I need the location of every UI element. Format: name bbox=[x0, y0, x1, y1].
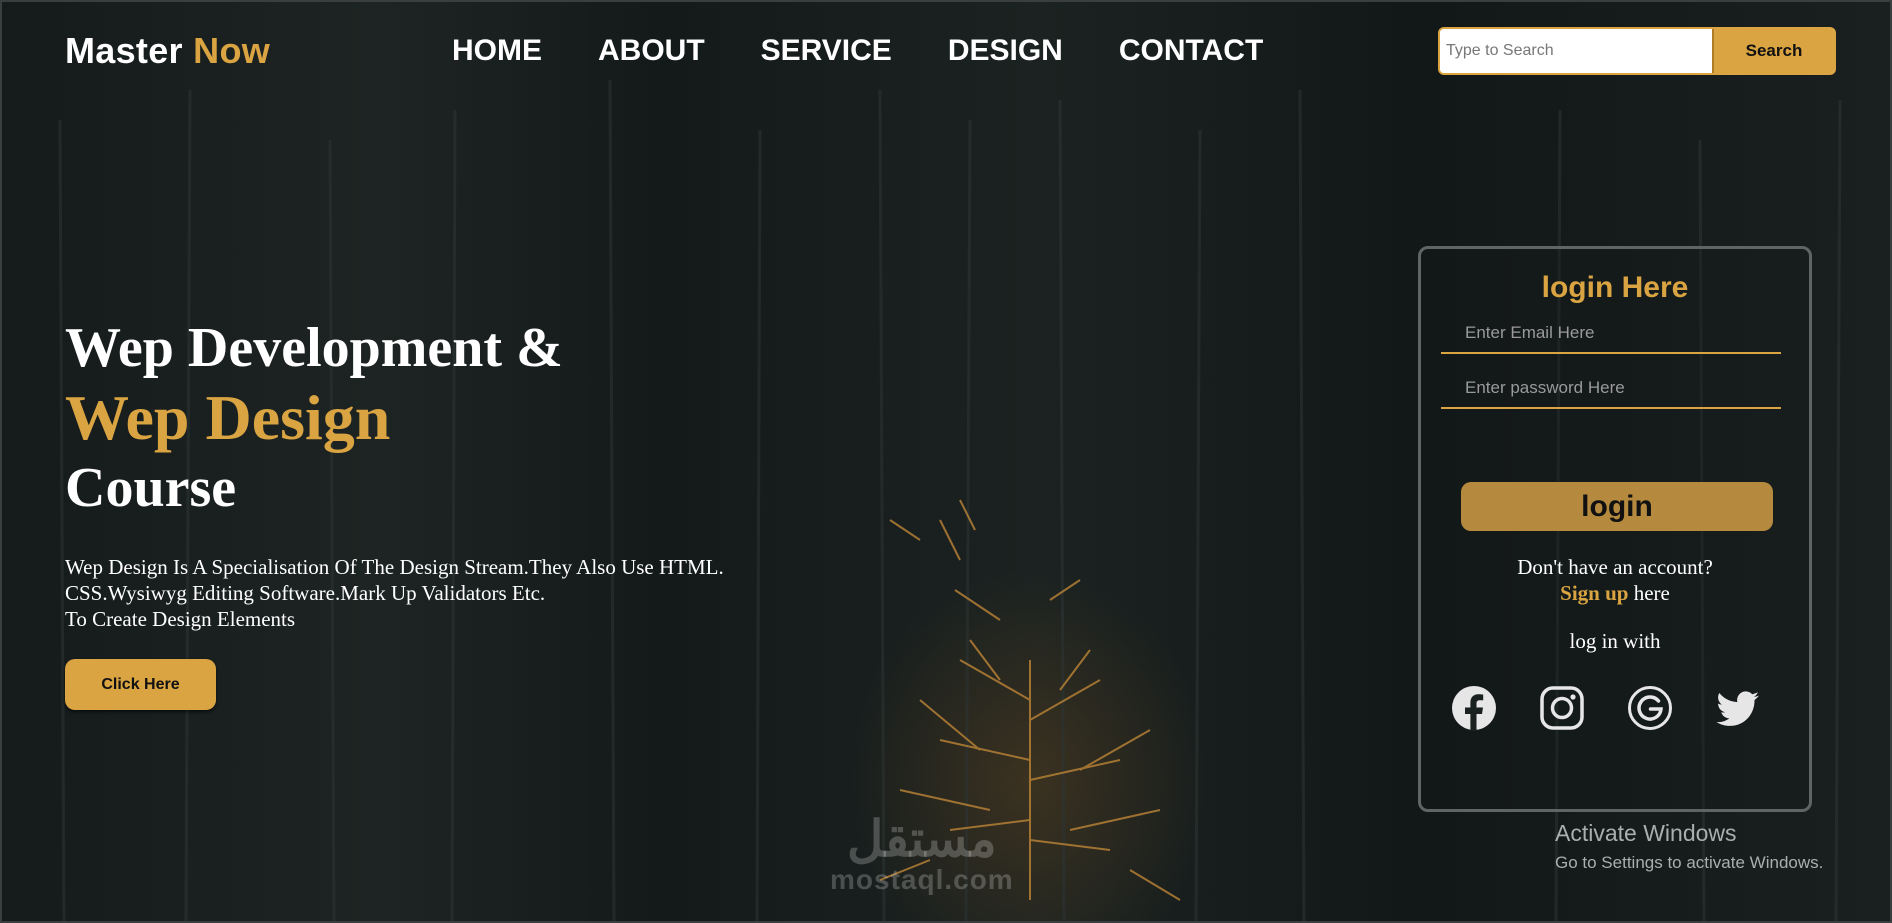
login-with-label: log in with bbox=[1569, 629, 1661, 653]
mostaql-watermark-url: mostaql.com bbox=[830, 864, 1014, 895]
twitter-icon[interactable] bbox=[1715, 685, 1761, 731]
nav-design[interactable]: DESIGN bbox=[948, 34, 1063, 68]
hero-desc-line3: To Create Design Elements bbox=[65, 607, 296, 631]
login-card: login Here login Don't have an account? … bbox=[1418, 246, 1812, 812]
click-here-button[interactable]: Click Here bbox=[65, 659, 216, 710]
google-icon[interactable] bbox=[1627, 685, 1673, 731]
activate-windows-title: Activate Windows bbox=[1555, 820, 1737, 846]
signup-link[interactable]: Sign up bbox=[1560, 581, 1628, 605]
instagram-icon[interactable] bbox=[1539, 685, 1585, 731]
signup-suffix: here bbox=[1633, 581, 1670, 605]
password-field[interactable] bbox=[1441, 369, 1781, 409]
hero-title-highlight: Wep Design bbox=[65, 382, 391, 453]
hero-section: Wep Development & Wep Design Course Wep … bbox=[65, 315, 724, 632]
mostaql-watermark: مستقل mostaql.com bbox=[830, 812, 1014, 894]
search-input[interactable] bbox=[1440, 29, 1712, 73]
activate-windows-subtitle: Go to Settings to activate Windows. bbox=[1555, 853, 1824, 872]
hero-desc-line2: CSS.Wysiwyg Editing Software.Mark Up Val… bbox=[65, 581, 546, 605]
hero-title-line3: Course bbox=[65, 457, 237, 519]
hero-title-line1: Wep Development & bbox=[65, 317, 563, 379]
email-field[interactable] bbox=[1441, 314, 1781, 354]
mostaql-watermark-arabic: مستقل bbox=[847, 811, 997, 867]
nav-service[interactable]: SERVICE bbox=[761, 34, 892, 68]
login-button[interactable]: login bbox=[1461, 482, 1773, 531]
social-login-icons bbox=[1451, 685, 1791, 731]
login-title: login Here bbox=[1541, 271, 1689, 304]
nav-home[interactable]: HOME bbox=[452, 34, 542, 68]
logo-name: Master bbox=[65, 30, 183, 71]
search-button[interactable]: Search bbox=[1712, 29, 1834, 73]
nav-about[interactable]: ABOUT bbox=[598, 34, 705, 68]
logo-accent: Now bbox=[193, 30, 271, 71]
hero-desc-line1: Wep Design Is A Specialisation Of The De… bbox=[65, 555, 724, 579]
main-nav: HOME ABOUT SERVICE DESIGN CONTACT bbox=[452, 34, 1319, 68]
facebook-icon[interactable] bbox=[1451, 685, 1497, 731]
no-account-text: Don't have an account? bbox=[1517, 555, 1713, 579]
activate-windows-watermark: Activate Windows Go to Settings to activ… bbox=[1555, 820, 1823, 873]
site-logo[interactable]: Master Now bbox=[65, 30, 270, 72]
nav-contact[interactable]: CONTACT bbox=[1119, 34, 1263, 68]
signup-prompt: Don't have an account? Sign up here bbox=[1421, 554, 1809, 606]
search-bar: Search bbox=[1438, 27, 1836, 75]
hero-description: Wep Design Is A Specialisation Of The De… bbox=[65, 554, 724, 632]
